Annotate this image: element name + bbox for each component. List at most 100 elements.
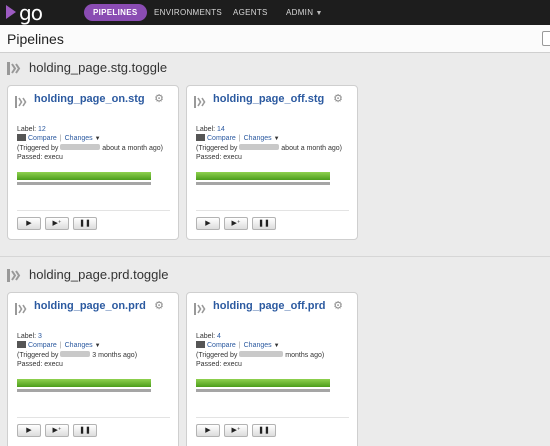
label-value[interactable]: 12 (38, 126, 46, 133)
compare-icon (196, 341, 205, 348)
trigger-button[interactable]: ▶ (196, 217, 220, 230)
redacted-user (239, 144, 280, 150)
pipeline-info: Label: 3 Compare | Changes ▼ (Triggered by… (17, 333, 138, 368)
pipeline-name[interactable]: holding_page_on.stg (34, 93, 145, 105)
triggered-time: about a month ago) (281, 145, 342, 152)
changes-link[interactable]: Changes (65, 342, 93, 349)
chevron-down-icon[interactable]: ▼ (274, 136, 280, 142)
chevron-down-icon: ▼ (313, 10, 323, 17)
pipeline-chevrons-icon (15, 303, 27, 315)
nav-admin-label: ADMIN (286, 8, 314, 17)
chevron-down-icon[interactable]: ▼ (95, 343, 101, 349)
card-divider (17, 210, 170, 211)
stage-progress-baseline (196, 389, 330, 392)
triggered-by-prefix: (Triggered by (196, 352, 238, 359)
stage-progress-bar[interactable] (17, 172, 151, 180)
pipeline-group-icon (7, 62, 21, 75)
card-divider (196, 417, 349, 418)
pipeline-card: holding_page_off.prd ⚙ Label: 4 Compare |… (186, 292, 358, 446)
stage-progress-baseline (196, 182, 330, 185)
compare-link[interactable]: Compare (207, 342, 236, 349)
triggered-by-prefix: (Triggered by (196, 145, 238, 152)
pipeline-group-name[interactable]: holding_page.stg.toggle (29, 60, 167, 75)
compare-link[interactable]: Compare (207, 135, 236, 142)
trigger-button[interactable]: ▶ (196, 424, 220, 437)
pause-button[interactable]: ❚❚ (73, 424, 97, 437)
label-value[interactable]: 14 (217, 126, 225, 133)
triggered-by-prefix: (Triggered by (17, 352, 59, 359)
label-caption: Label: (196, 333, 216, 340)
changes-link[interactable]: Changes (244, 342, 272, 349)
page-title: Pipelines (7, 31, 64, 47)
trigger-button[interactable]: ▶ (17, 424, 41, 437)
chevron-down-icon[interactable]: ▼ (274, 343, 280, 349)
pipeline-name[interactable]: holding_page_off.stg (213, 93, 324, 105)
card-divider (17, 417, 170, 418)
page-header: Pipelines (0, 25, 550, 53)
passed-status: Passed: execu (17, 361, 63, 368)
gear-icon[interactable]: ⚙ (333, 92, 343, 105)
pipeline-name[interactable]: holding_page_off.prd (213, 300, 325, 312)
gear-icon[interactable]: ⚙ (154, 299, 164, 312)
card-divider (196, 210, 349, 211)
pause-button[interactable]: ❚❚ (252, 217, 276, 230)
label-caption: Label: (196, 126, 216, 133)
header-action-button[interactable] (542, 31, 550, 46)
trigger-with-options-button[interactable]: ▶⁺ (45, 217, 69, 230)
pipeline-card: holding_page_on.stg ⚙ Label: 12 Compare |… (7, 85, 179, 240)
compare-icon (196, 134, 205, 141)
pipeline-info: Label: 14 Compare | Changes ▼ (Triggered b… (196, 126, 342, 161)
label-caption: Label: (17, 333, 37, 340)
trigger-with-options-button[interactable]: ▶⁺ (224, 424, 248, 437)
pipeline-name[interactable]: holding_page_on.prd (34, 300, 146, 312)
triggered-time: months ago) (285, 352, 325, 359)
group-divider (0, 256, 550, 257)
compare-link[interactable]: Compare (28, 342, 57, 349)
top-nav: go PIPELINES ENVIRONMENTS AGENTS ADMIN ▼ (0, 0, 550, 25)
redacted-user (239, 351, 284, 357)
nav-admin[interactable]: ADMIN ▼ (286, 4, 323, 21)
stage-progress-bar[interactable] (196, 379, 330, 387)
label-value[interactable]: 4 (217, 333, 221, 340)
trigger-with-options-button[interactable]: ▶⁺ (45, 424, 69, 437)
redacted-user (60, 144, 101, 150)
pipeline-chevrons-icon (194, 96, 206, 108)
trigger-with-options-button[interactable]: ▶⁺ (224, 217, 248, 230)
redacted-user (60, 351, 91, 357)
changes-link[interactable]: Changes (244, 135, 272, 142)
triggered-by-prefix: (Triggered by (17, 145, 59, 152)
stage-progress-bar[interactable] (17, 379, 151, 387)
pipeline-card: holding_page_off.stg ⚙ Label: 14 Compare… (186, 85, 358, 240)
pipeline-chevrons-icon (194, 303, 206, 315)
compare-link[interactable]: Compare (28, 135, 57, 142)
pipeline-group-icon (7, 269, 21, 282)
nav-environments[interactable]: ENVIRONMENTS (154, 4, 222, 21)
go-logo[interactable]: go (6, 1, 46, 25)
pipeline-info: Label: 12 Compare | Changes ▼ (Triggered b… (17, 126, 163, 161)
nav-agents[interactable]: AGENTS (233, 4, 268, 21)
pause-button[interactable]: ❚❚ (73, 217, 97, 230)
pipeline-card: holding_page_on.prd ⚙ Label: 3 Compare | C… (7, 292, 179, 446)
pipeline-group-name[interactable]: holding_page.prd.toggle (29, 267, 169, 282)
stage-progress-bar[interactable] (196, 172, 330, 180)
compare-icon (17, 341, 26, 348)
triggered-time: 3 months ago) (92, 352, 138, 359)
gear-icon[interactable]: ⚙ (333, 299, 343, 312)
go-logo-icon (6, 5, 22, 24)
chevron-down-icon[interactable]: ▼ (95, 136, 101, 142)
pipeline-info: Label: 4 Compare | Changes ▼ (Triggered by… (196, 333, 325, 368)
label-caption: Label: (17, 126, 37, 133)
passed-status: Passed: execu (196, 154, 242, 161)
label-value[interactable]: 3 (38, 333, 42, 340)
nav-pipelines[interactable]: PIPELINES (84, 4, 147, 21)
passed-status: Passed: execu (196, 361, 242, 368)
logo-text: go (19, 1, 43, 25)
changes-link[interactable]: Changes (65, 135, 93, 142)
trigger-button[interactable]: ▶ (17, 217, 41, 230)
gear-icon[interactable]: ⚙ (154, 92, 164, 105)
stage-progress-baseline (17, 182, 151, 185)
triggered-time: about a month ago) (102, 145, 163, 152)
compare-icon (17, 134, 26, 141)
pause-button[interactable]: ❚❚ (252, 424, 276, 437)
stage-progress-baseline (17, 389, 151, 392)
